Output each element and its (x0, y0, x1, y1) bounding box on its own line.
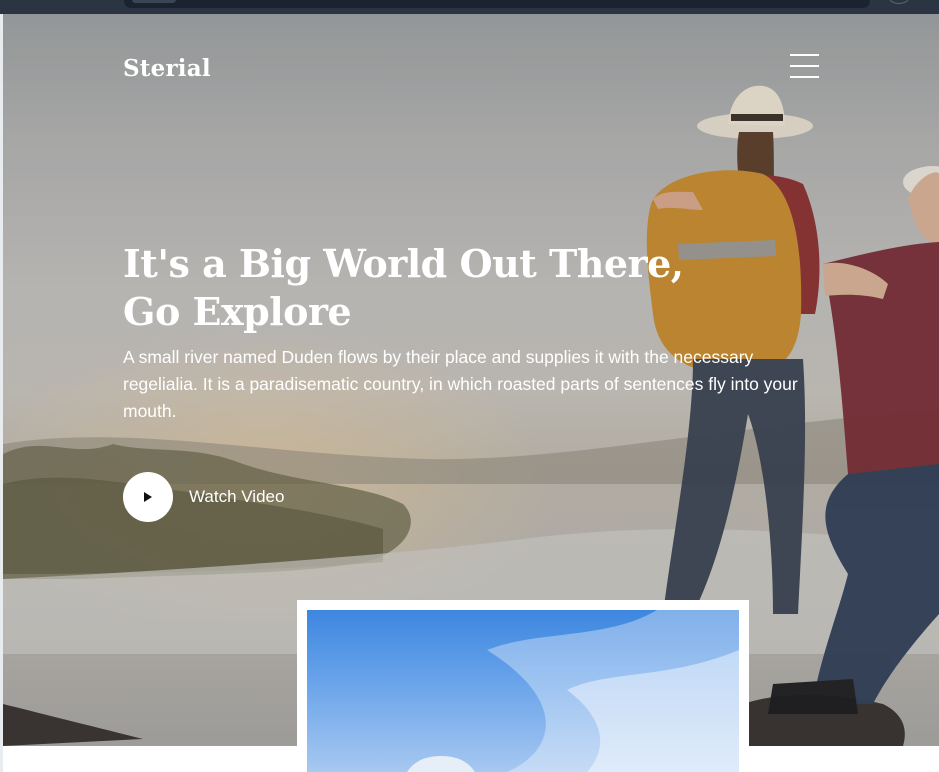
sky-photo-illustration (407, 610, 739, 772)
menu-line (790, 54, 819, 56)
hero-subtext: A small river named Duden flows by their… (123, 347, 798, 421)
play-icon (144, 492, 152, 502)
featured-image-card[interactable] (297, 600, 749, 772)
hero-headline: It's a Big World Out There, Go Explore (123, 241, 684, 334)
browser-address-bar[interactable] (124, 0, 870, 8)
browser-profile-icon[interactable] (889, 0, 909, 4)
watch-video-button[interactable]: Watch Video (123, 472, 284, 522)
menu-line (790, 76, 819, 78)
play-button[interactable] (123, 472, 173, 522)
browser-tab[interactable] (132, 0, 176, 3)
site-logo[interactable]: Sterial (123, 55, 211, 82)
featured-photo (307, 610, 739, 772)
browser-top-bar (0, 0, 939, 14)
hamburger-menu-icon[interactable] (790, 54, 820, 80)
menu-line (790, 65, 819, 67)
watch-video-label[interactable]: Watch Video (189, 487, 284, 507)
